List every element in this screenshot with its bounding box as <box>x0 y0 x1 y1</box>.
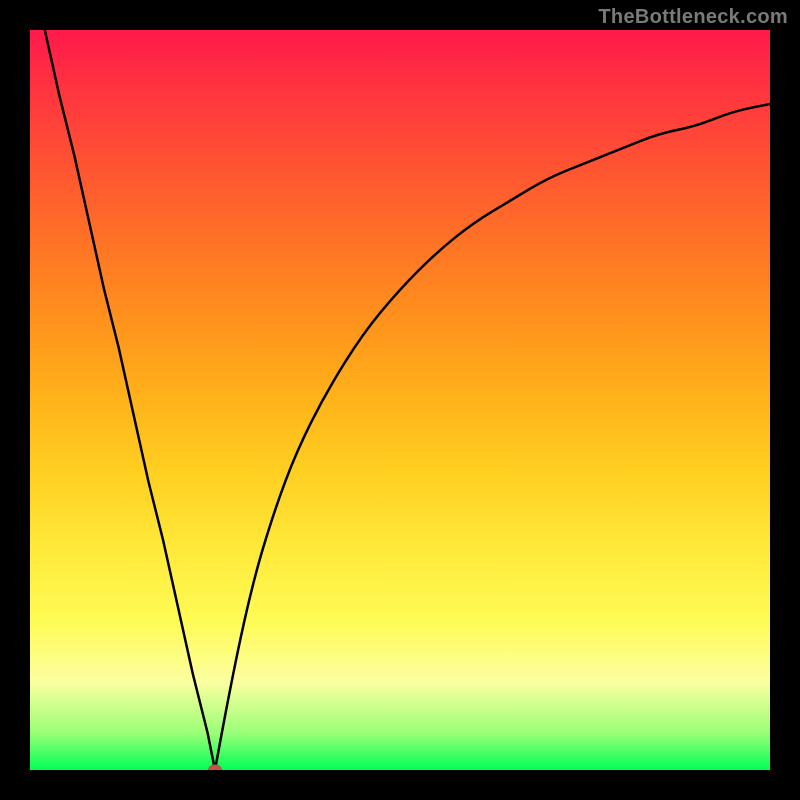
curve-layer <box>30 30 770 770</box>
plot-area <box>30 30 770 770</box>
watermark-text: TheBottleneck.com <box>598 6 788 29</box>
bottleneck-curve <box>45 30 770 770</box>
chart-frame: TheBottleneck.com <box>0 0 800 800</box>
minimum-marker <box>208 765 222 771</box>
